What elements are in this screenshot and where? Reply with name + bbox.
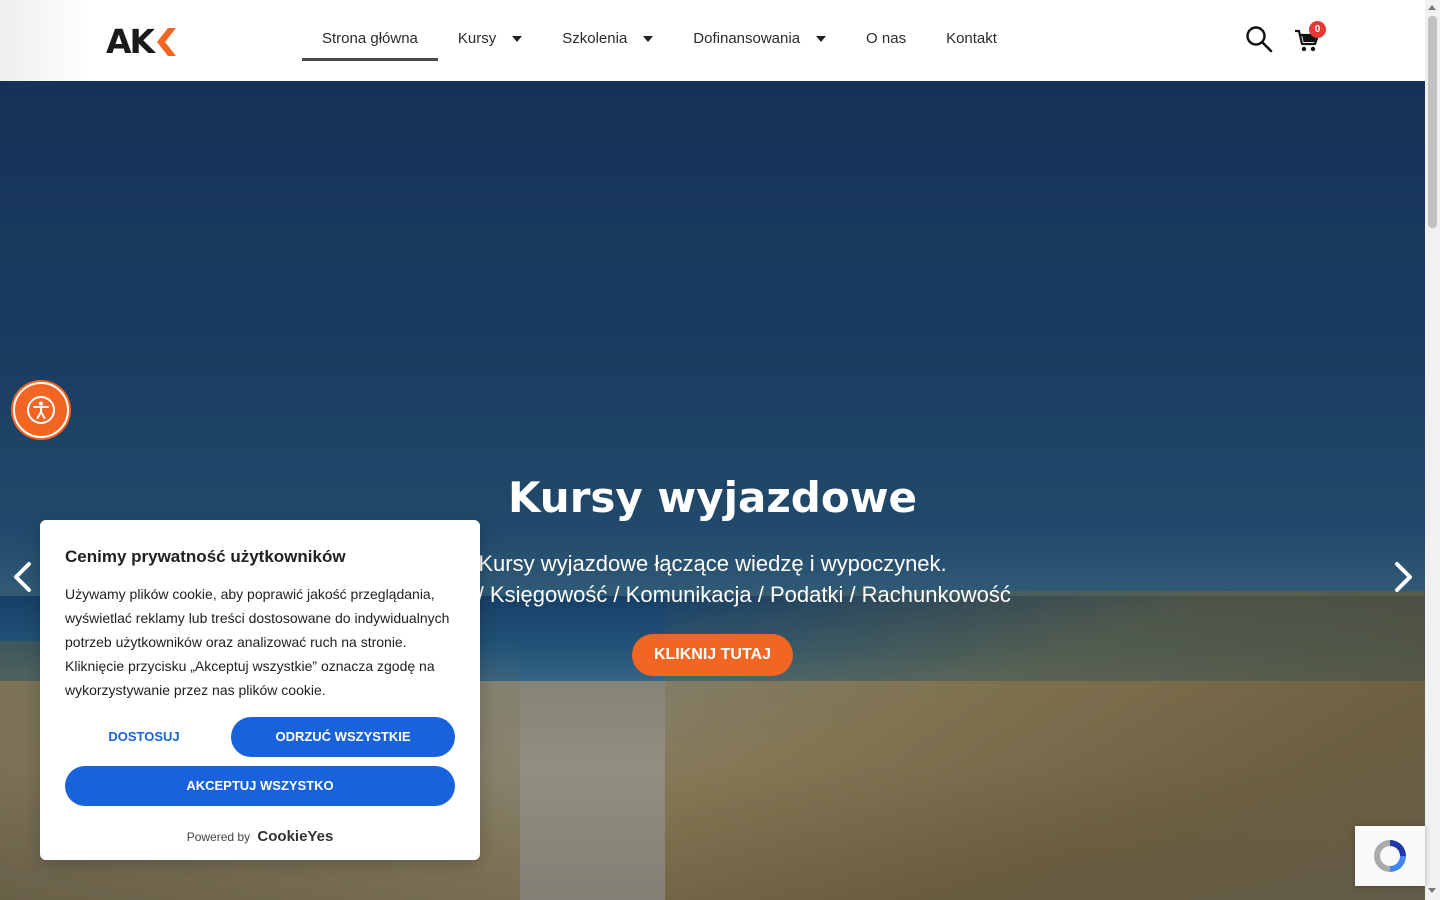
recaptcha-icon xyxy=(1374,840,1406,872)
chevron-right-icon[interactable] xyxy=(1388,559,1418,595)
main-nav: Strona główna Kursy Szkolenia Dofinansow… xyxy=(302,18,1017,61)
logo-chevron-icon xyxy=(157,28,177,56)
cookie-title: Cenimy prywatność użytkowników xyxy=(65,547,346,566)
cookieyes-logo[interactable]: CookieYes xyxy=(257,828,333,845)
search-icon[interactable] xyxy=(1245,25,1273,53)
nav-item-dofinansowania[interactable]: Dofinansowania xyxy=(673,18,846,61)
cookie-description: Używamy plików cookie, aby poprawić jako… xyxy=(65,586,450,698)
nav-item-label: Dofinansowania xyxy=(693,30,801,47)
nav-item-kontakt[interactable]: Kontakt xyxy=(926,18,1017,61)
page-scrollbar[interactable] xyxy=(1425,0,1440,900)
chevron-left-icon[interactable] xyxy=(8,559,38,595)
caret-down-icon xyxy=(512,36,523,42)
site-header: AK Strona główna Kursy Szkolenia Dofinan… xyxy=(0,0,1425,81)
scroll-up-arrow-icon[interactable] xyxy=(1428,5,1436,10)
cookie-reject-all-button[interactable]: ODRZUĆ WSZYSTKIE xyxy=(231,717,455,757)
logo-text: AK xyxy=(106,22,155,61)
caret-down-icon xyxy=(816,36,827,42)
nav-item-szkolenia[interactable]: Szkolenia xyxy=(542,18,673,61)
cookie-powered-by: Powered by CookieYes xyxy=(40,828,480,845)
hero-cta-button[interactable]: KLIKNIJ TUTAJ xyxy=(632,634,793,676)
hero-title: Kursy wyjazdowe xyxy=(508,473,917,522)
cart-count-badge: 0 xyxy=(1309,21,1326,38)
nav-item-label: Szkolenia xyxy=(562,30,628,47)
site-logo[interactable]: AK xyxy=(106,22,177,61)
cookie-customize-button[interactable]: DOSTOSUJ xyxy=(65,717,223,757)
accessibility-button[interactable] xyxy=(13,382,69,438)
cookie-consent-banner: Cenimy prywatność użytkowników Używamy p… xyxy=(40,520,480,860)
nav-item-label: Kursy xyxy=(457,30,497,47)
recaptcha-badge[interactable] xyxy=(1355,826,1425,886)
scroll-thumb[interactable] xyxy=(1428,16,1437,228)
nav-item-label: Strona główna xyxy=(322,30,418,47)
nav-item-kursy[interactable]: Kursy xyxy=(438,18,542,61)
nav-item-label: O nas xyxy=(866,30,907,47)
nav-item-home[interactable]: Strona główna xyxy=(302,18,438,61)
scroll-down-arrow-icon[interactable] xyxy=(1428,888,1436,893)
header-fade xyxy=(0,0,90,81)
nav-item-label: Kontakt xyxy=(946,30,997,47)
nav-item-o-nas[interactable]: O nas xyxy=(846,18,926,61)
cookie-accept-all-button[interactable]: AKCEPTUJ WSZYSTKO xyxy=(65,766,455,806)
accessibility-icon xyxy=(27,396,55,424)
powered-by-label: Powered by xyxy=(186,830,251,844)
caret-down-icon xyxy=(643,36,654,42)
